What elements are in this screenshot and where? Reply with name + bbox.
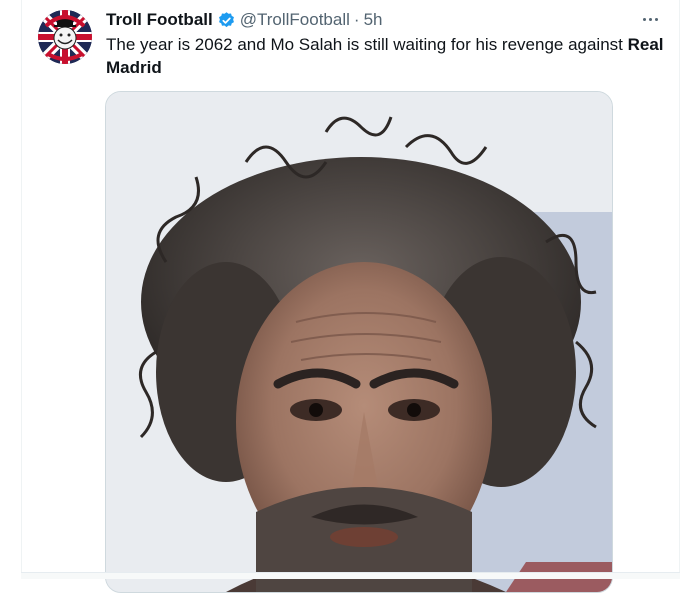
timeline-left-border xyxy=(0,0,22,579)
timeline-right-border xyxy=(679,0,700,579)
bottom-divider xyxy=(21,572,680,579)
tweet-text: The year is 2062 and Mo Salah is still w… xyxy=(106,33,666,79)
user-handle[interactable]: @TrollFootball xyxy=(240,10,350,30)
profile-avatar[interactable] xyxy=(38,10,92,64)
verified-badge-icon xyxy=(217,11,236,30)
tweet-text-plain: The year is 2062 and Mo Salah is still w… xyxy=(106,35,628,54)
separator-dot: · xyxy=(353,10,360,29)
more-options-icon[interactable] xyxy=(637,8,663,30)
tweet-media-image[interactable] xyxy=(105,91,613,593)
tweet-header: Troll Football @TrollFootball · 5h xyxy=(106,9,382,31)
timestamp[interactable]: 5h xyxy=(364,10,383,30)
display-name[interactable]: Troll Football xyxy=(106,10,213,30)
